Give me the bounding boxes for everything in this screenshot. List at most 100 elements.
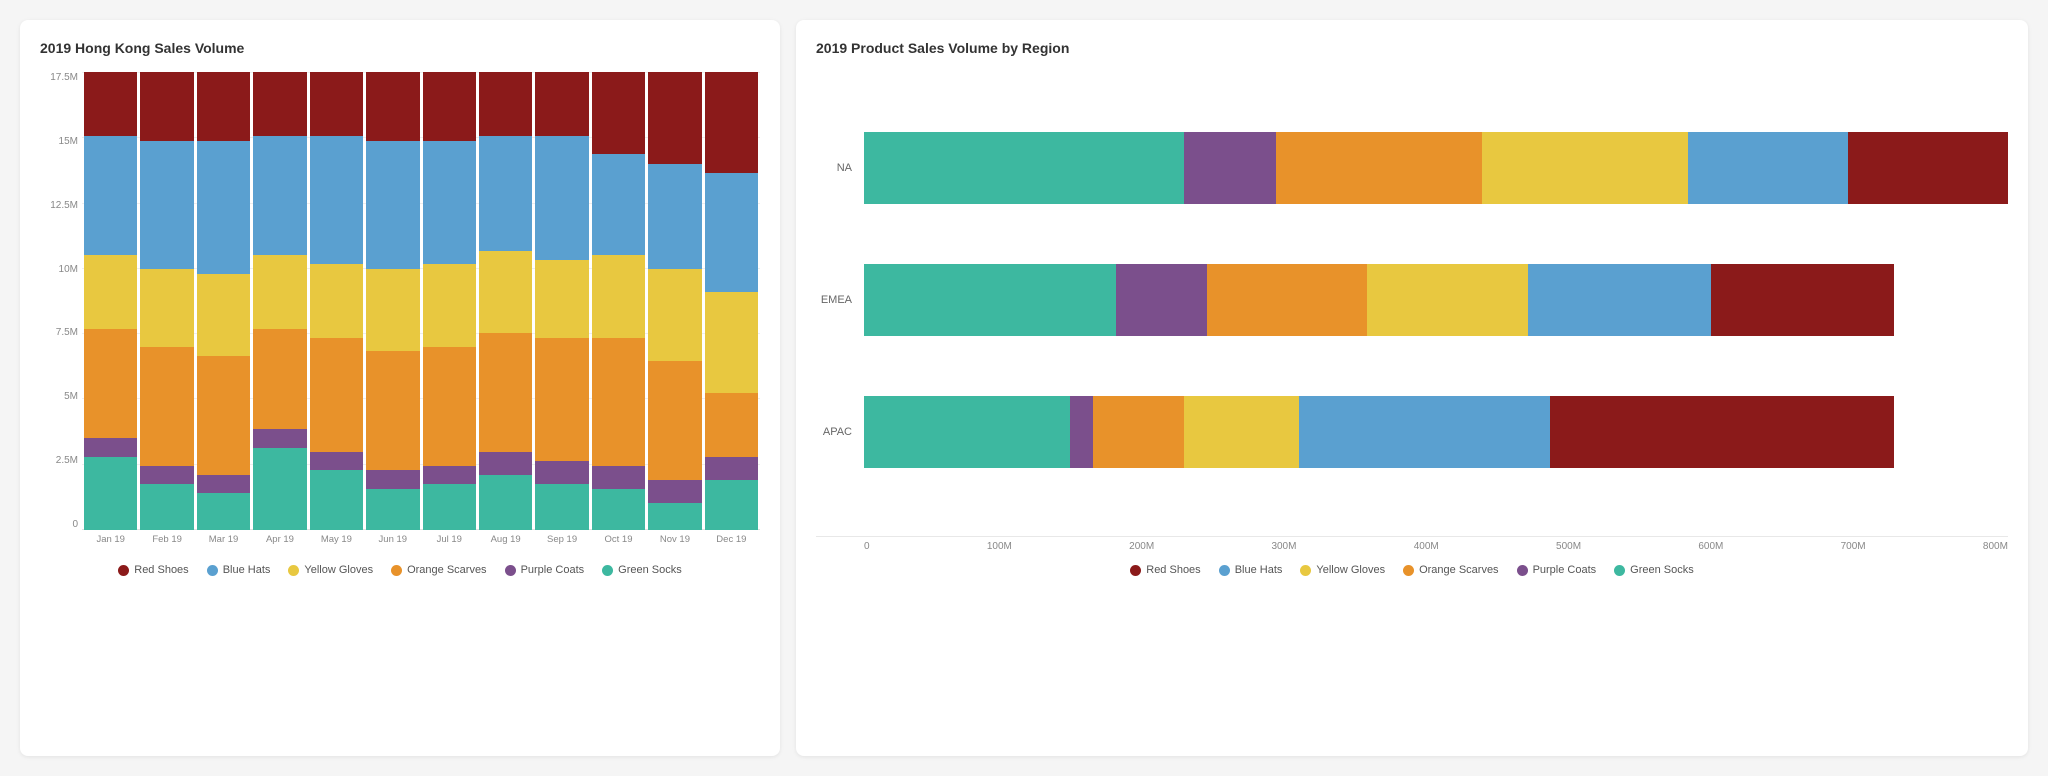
right-legend-label-blue: Blue Hats [1235, 564, 1283, 576]
right-legend-red-shoes: Red Shoes [1130, 564, 1200, 576]
x-label-200: 200M [1129, 541, 1154, 552]
h-bar-apac [864, 396, 2008, 468]
right-chart-title: 2019 Product Sales Volume by Region [816, 40, 2008, 56]
right-legend-blue-hats: Blue Hats [1219, 564, 1283, 576]
x-label-300: 300M [1271, 541, 1296, 552]
h-seg-na-purple [1184, 132, 1276, 204]
h-seg-na-yellow [1482, 132, 1688, 204]
h-bar-row-apac: APAC [816, 396, 2008, 468]
left-chart-card: 2019 Hong Kong Sales Volume 17.5M 15M 12… [20, 20, 780, 756]
x-label-100: 100M [987, 541, 1012, 552]
x-label-500: 500M [1556, 541, 1581, 552]
bar-group-aug [479, 72, 532, 530]
h-seg-apac-purple [1070, 396, 1093, 468]
h-seg-na-red [1848, 132, 2008, 204]
h-seg-apac-blue [1299, 396, 1551, 468]
h-bar-emea [864, 264, 2008, 336]
bars-area: Jan 19 Feb 19 Mar 19 Apr 19 May 19 Jun 1… [82, 72, 760, 552]
bar-group-jul [423, 72, 476, 530]
right-legend-label-orange: Orange Scarves [1419, 564, 1498, 576]
bar-group-oct [592, 72, 645, 530]
bar-group-apr [253, 72, 306, 530]
y-label-2: 12.5M [50, 200, 78, 211]
right-legend-label-red: Red Shoes [1146, 564, 1200, 576]
legend-label-orange: Orange Scarves [407, 564, 486, 576]
x-label-jan: Jan 19 [84, 534, 137, 552]
bar-groups [82, 72, 760, 530]
bar-group-dec [705, 72, 758, 530]
x-label-may: May 19 [310, 534, 363, 552]
h-bar-row-emea: EMEA [816, 264, 2008, 336]
legend-red-shoes: Red Shoes [118, 564, 188, 576]
y-label-6: 2.5M [56, 455, 78, 466]
x-label-dec: Dec 19 [705, 534, 758, 552]
legend-label-teal: Green Socks [618, 564, 682, 576]
right-chart-card: 2019 Product Sales Volume by Region NA E… [796, 20, 2028, 756]
right-legend-green-socks: Green Socks [1614, 564, 1694, 576]
right-legend-dot-red [1130, 565, 1141, 576]
right-legend-dot-yellow [1300, 565, 1311, 576]
x-label-800: 800M [1983, 541, 2008, 552]
left-chart-title: 2019 Hong Kong Sales Volume [40, 40, 760, 56]
right-legend-dot-orange [1403, 565, 1414, 576]
h-seg-emea-blue [1528, 264, 1711, 336]
x-label-jun: Jun 19 [366, 534, 419, 552]
right-legend-orange-scarves: Orange Scarves [1403, 564, 1498, 576]
bar-group-may [310, 72, 363, 530]
legend-dot-teal [602, 565, 613, 576]
h-bar-na [864, 132, 2008, 204]
legend-purple-coats: Purple Coats [505, 564, 585, 576]
x-label-apr: Apr 19 [253, 534, 306, 552]
right-legend-dot-teal [1614, 565, 1625, 576]
legend-green-socks: Green Socks [602, 564, 682, 576]
h-seg-apac-red [1550, 396, 1893, 468]
h-seg-na-blue [1688, 132, 1848, 204]
h-seg-apac-teal [864, 396, 1070, 468]
legend-dot-orange [391, 565, 402, 576]
x-label-0: 0 [864, 541, 870, 552]
legend-dot-blue [207, 565, 218, 576]
x-label-sep: Sep 19 [535, 534, 588, 552]
right-legend-label-purple: Purple Coats [1533, 564, 1597, 576]
legend-dot-red [118, 565, 129, 576]
bar-group-jun [366, 72, 419, 530]
right-x-axis: 0 100M 200M 300M 400M 500M 600M 700M 800… [816, 536, 2008, 552]
y-label-7: 0 [72, 519, 78, 530]
x-label-jul: Jul 19 [423, 534, 476, 552]
h-seg-emea-yellow [1367, 264, 1527, 336]
y-axis: 17.5M 15M 12.5M 10M 7.5M 5M 2.5M 0 [40, 72, 82, 552]
y-label-5: 5M [64, 391, 78, 402]
h-seg-apac-yellow [1184, 396, 1298, 468]
right-legend-purple-coats: Purple Coats [1517, 564, 1597, 576]
x-label-700: 700M [1841, 541, 1866, 552]
x-label-aug: Aug 19 [479, 534, 532, 552]
bar-group-feb [140, 72, 193, 530]
h-seg-apac-orange [1093, 396, 1185, 468]
h-seg-emea-red [1711, 264, 1894, 336]
region-label-apac: APAC [816, 426, 852, 438]
x-label-mar: Mar 19 [197, 534, 250, 552]
bars-grid [82, 72, 760, 530]
right-legend-dot-blue [1219, 565, 1230, 576]
legend-dot-yellow [288, 565, 299, 576]
x-label-400: 400M [1414, 541, 1439, 552]
h-seg-na-orange [1276, 132, 1482, 204]
right-legend: Red Shoes Blue Hats Yellow Gloves Orange… [816, 564, 2008, 576]
x-axis-labels: Jan 19 Feb 19 Mar 19 Apr 19 May 19 Jun 1… [82, 530, 760, 552]
legend-blue-hats: Blue Hats [207, 564, 271, 576]
region-label-emea: EMEA [816, 294, 852, 306]
x-label-oct: Oct 19 [592, 534, 645, 552]
right-legend-dot-purple [1517, 565, 1528, 576]
h-bars-section: NA EMEA [816, 72, 2008, 536]
legend-label-purple: Purple Coats [521, 564, 585, 576]
y-label-1: 15M [59, 136, 78, 147]
h-seg-emea-orange [1207, 264, 1367, 336]
legend-label-blue: Blue Hats [223, 564, 271, 576]
x-label-feb: Feb 19 [140, 534, 193, 552]
right-legend-label-yellow: Yellow Gloves [1316, 564, 1385, 576]
bar-group-nov [648, 72, 701, 530]
h-seg-emea-teal [864, 264, 1116, 336]
bar-group-jan [84, 72, 137, 530]
legend-dot-purple [505, 565, 516, 576]
h-seg-na-teal [864, 132, 1184, 204]
